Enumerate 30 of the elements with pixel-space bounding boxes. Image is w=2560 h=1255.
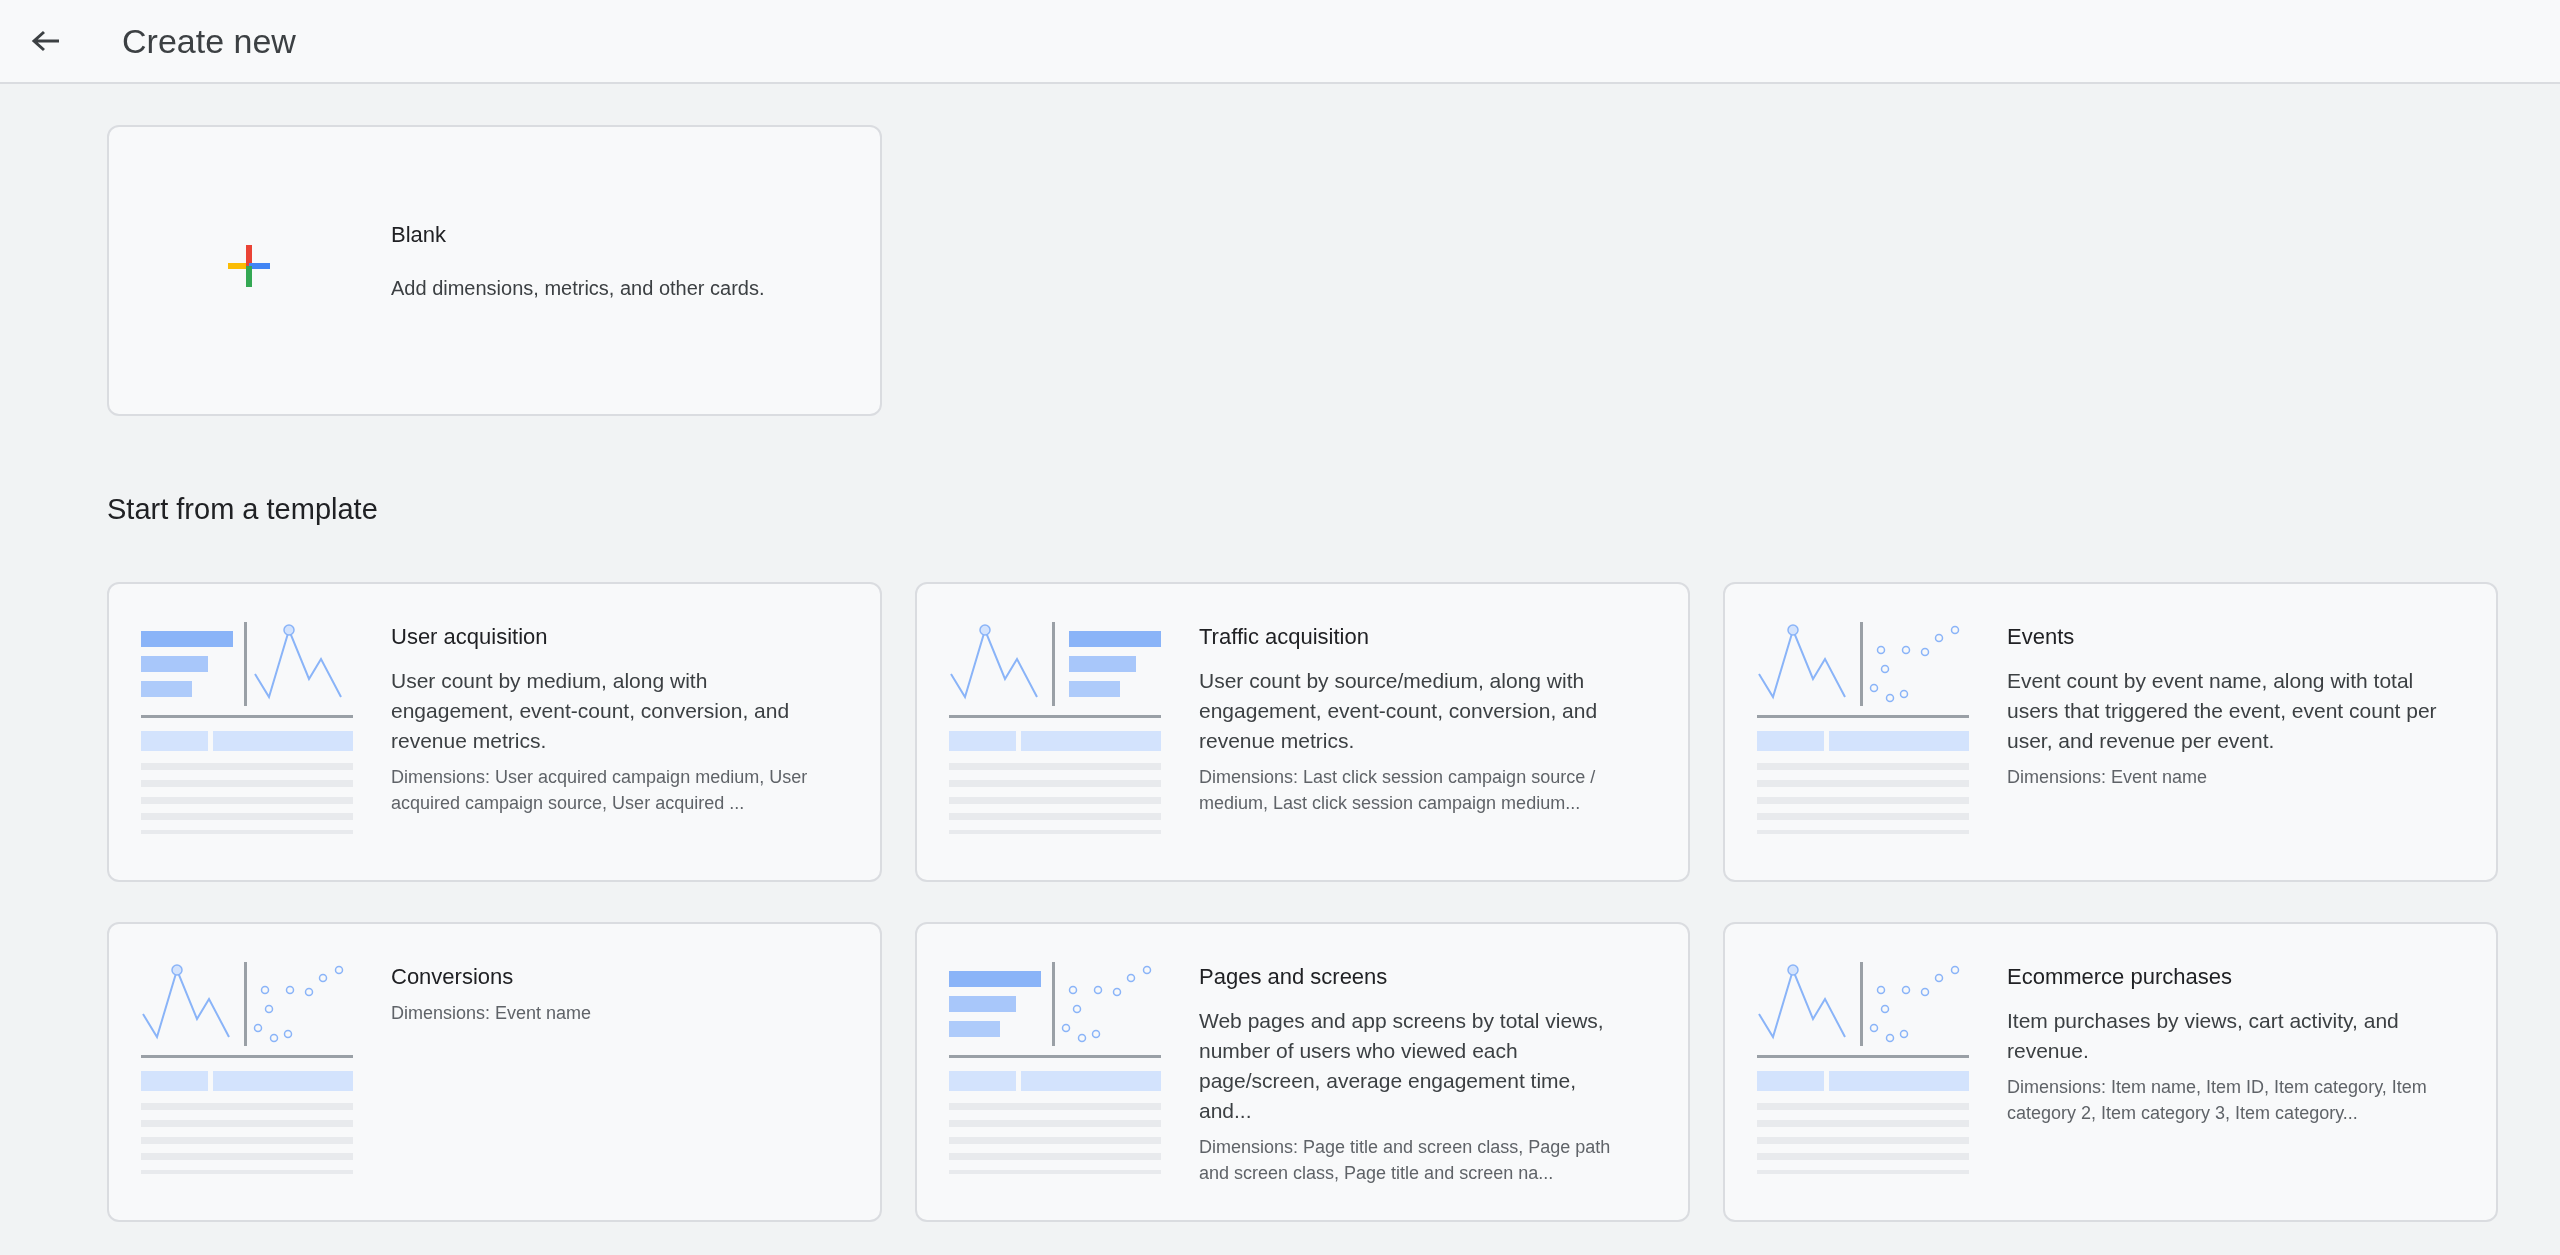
card-description: Add dimensions, metrics, and other cards. <box>391 276 765 301</box>
blank-card[interactable]: Blank Add dimensions, metrics, and other cards. <box>107 125 882 416</box>
card-title: Ecommerce purchases <box>2007 962 2233 991</box>
card-dimensions: Dimensions: Event name <box>391 1001 593 1025</box>
template-card[interactable]: Events Event count by event name, along with total users that triggered the event, event count per user, and revenue per event. Dimensions: Event name <box>1723 581 2498 882</box>
card-dimensions: Dimensions: Page title and screen class, Page path and screen class, Page title and screen na... <box>1199 1135 1612 1185</box>
page-title: Create new <box>122 20 296 62</box>
card-title: User acquisition <box>391 622 549 651</box>
card-title: Blank <box>391 221 448 249</box>
template-card[interactable]: User acquisition User count by medium, along with engagement, event-count, conversion, and revenue metrics. Dimensions: User acquired campaign medium, User acquired campaign source, User acquired ... <box>107 581 882 882</box>
template-card[interactable] <box>915 581 1690 882</box>
card-title: Pages and screens <box>1199 962 1389 991</box>
card-dimensions: Dimensions: Last click session campaign source / medium, Last click session campaign medium... <box>1199 765 1597 815</box>
card-dimensions: Dimensions: Item name, Item ID, Item category, Item category 2, Item category 3, Item category... <box>2007 1075 2428 1125</box>
plus-icon <box>228 244 270 287</box>
template-card[interactable] <box>915 921 1690 1222</box>
back-arrow-icon <box>31 29 61 53</box>
card-description: Item purchases by views, cart activity, and revenue. <box>2007 1007 2400 1064</box>
card-title: Conversions <box>391 962 515 991</box>
template-card[interactable]: Conversions Dimensions: Event name <box>107 921 882 1222</box>
section-heading: Start from a template <box>107 492 379 527</box>
card-description: User count by source/medium, along with engagement, event-count, conversion, and revenue metrics. <box>1199 667 1599 754</box>
card-title: Events <box>2007 622 2076 651</box>
card-dimensions: Dimensions: User acquired campaign medium, User acquired campaign source, User acquired ... <box>391 765 809 815</box>
template-card[interactable]: Ecommerce purchases Item purchases by views, cart activity, and revenue. Dimensions: Item name, Item ID, Item category, Item category 2, Item category 3, Item category... <box>1723 921 2498 1222</box>
card-description: Web pages and app screens by total views, number of users who viewed each page/screen, average engagement time, and... <box>1199 1007 1605 1124</box>
card-title: Traffic acquisition <box>1199 622 1370 651</box>
card-description: User count by medium, along with engagement, event-count, conversion, and revenue metrics. <box>391 667 791 754</box>
card-description: Event count by event name, along with total users that triggered the event, event count per user, and revenue per event. <box>2007 667 2437 754</box>
card-dimensions: Dimensions: Event name <box>2007 765 2209 789</box>
